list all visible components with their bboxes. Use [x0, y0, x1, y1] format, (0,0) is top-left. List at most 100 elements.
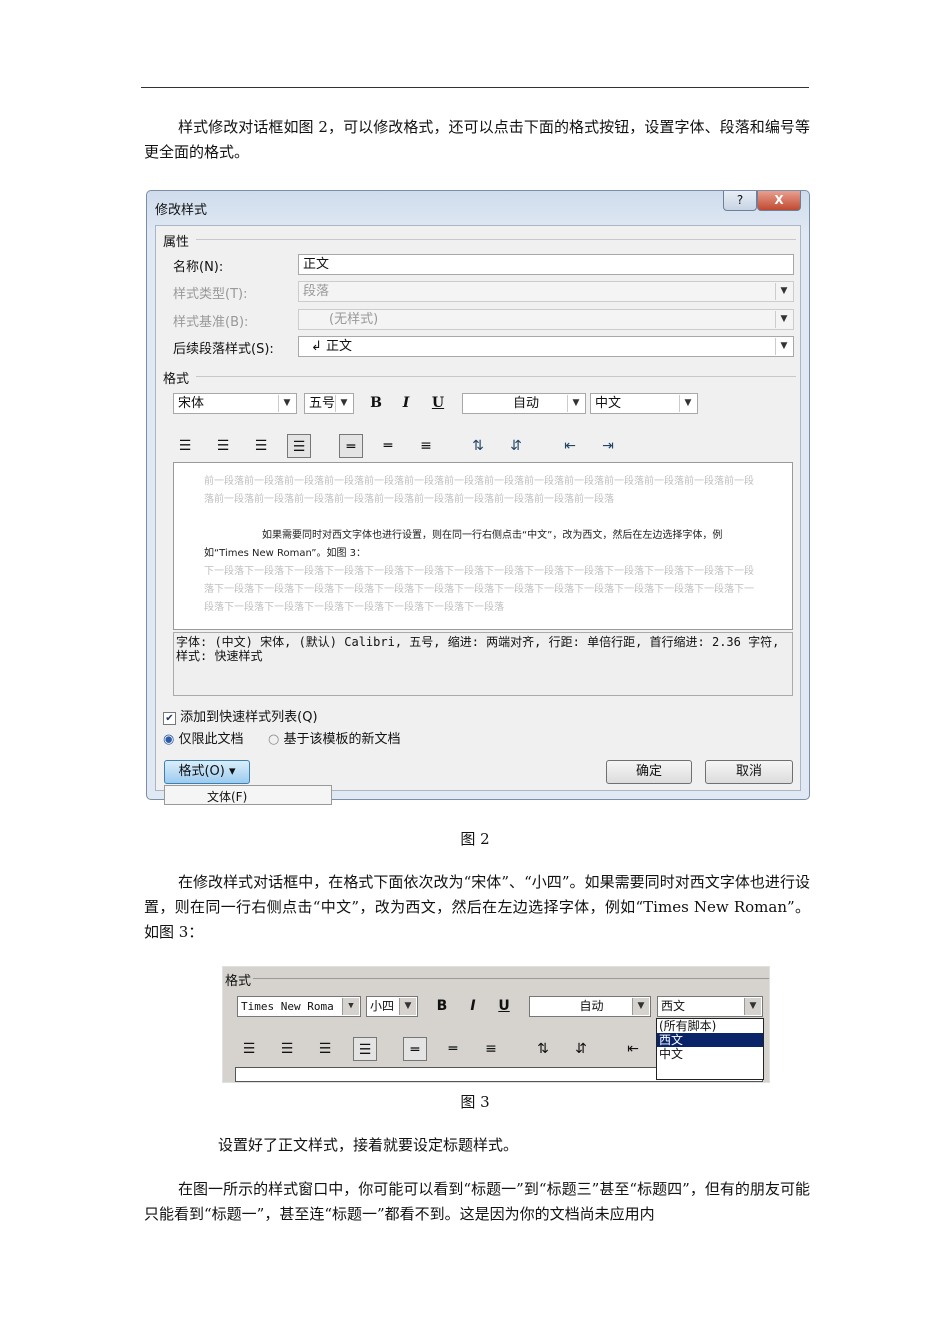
align-right-icon[interactable]: ☰ — [249, 434, 273, 458]
type-label: 样式类型(T): — [173, 287, 248, 302]
size-select[interactable]: 五号 ▼ — [304, 393, 354, 414]
font-value: Times New Roma — [241, 1000, 334, 1013]
script-dropdown-list: (所有脚本) 西文 中文 — [656, 1018, 764, 1080]
size-select[interactable]: 小四 ▼ — [366, 996, 418, 1017]
double-spacing-icon[interactable]: ≡ — [414, 434, 438, 458]
radio-selected-icon: ◉ — [163, 732, 175, 747]
script-value: 西文 — [661, 999, 686, 1013]
align-justify-icon[interactable]: ☰ — [353, 1037, 377, 1061]
chevron-down-icon: ▼ — [775, 283, 792, 300]
chevron-down-icon: ▼ — [335, 395, 352, 412]
base-label: 样式基准(B): — [173, 315, 249, 330]
preview-after: 下一段落下一段落下一段落下一段落下一段落下一段落下一段落下一段落下一段落下一段落… — [204, 566, 754, 613]
one-half-spacing-icon[interactable]: ═ — [441, 1037, 465, 1061]
color-select[interactable]: 自动 ▼ — [529, 996, 651, 1017]
option-all-scripts[interactable]: (所有脚本) — [657, 1019, 763, 1033]
style-description: 字体: (中文) 宋体, (默认) Calibri, 五号, 缩进: 两端对齐,… — [173, 632, 793, 696]
font-value: 宋体 — [178, 396, 205, 411]
paragraph-3: 设置好了正文样式，接着就要设定标题样式。 — [218, 1136, 519, 1154]
preview-pane: 前一段落前一段落前一段落前一段落前一段落前一段落前一段落前一段落前一段落前一段落… — [173, 462, 793, 630]
align-left-icon[interactable]: ☰ — [173, 434, 197, 458]
one-half-spacing-icon[interactable]: ═ — [376, 434, 400, 458]
script-select[interactable]: 中文 ▼ — [590, 393, 698, 414]
single-spacing-icon[interactable]: ═ — [339, 434, 363, 458]
base-value: (无样式) — [329, 312, 379, 327]
font-select[interactable]: Times New Roma ▼ — [237, 996, 361, 1017]
chevron-down-icon: ▼ — [744, 998, 761, 1015]
color-value: 自动 — [579, 999, 604, 1013]
script-select[interactable]: 西文 ▼ — [657, 996, 763, 1017]
bold-button[interactable]: B — [364, 391, 388, 415]
single-spacing-icon[interactable]: ═ — [403, 1037, 427, 1061]
help-button[interactable]: ? — [723, 191, 757, 211]
size-value: 小四 — [370, 999, 395, 1013]
dialog-title: 修改样式 — [155, 203, 208, 218]
chevron-down-icon: ▼ — [632, 998, 649, 1015]
align-justify-icon[interactable]: ☰ — [287, 434, 311, 458]
italic-button[interactable]: I — [461, 994, 485, 1018]
decrease-indent-icon[interactable]: ⇤ — [558, 434, 582, 458]
add-quick-style-label: 添加到快速样式列表(Q) — [180, 710, 318, 725]
align-center-icon[interactable]: ☰ — [275, 1037, 299, 1061]
align-center-icon[interactable]: ☰ — [211, 434, 235, 458]
underline-button[interactable]: U — [426, 391, 450, 415]
close-button[interactable]: X — [757, 191, 801, 211]
size-value: 五号 — [309, 396, 336, 411]
double-spacing-icon[interactable]: ≡ — [479, 1037, 503, 1061]
bold-button[interactable]: B — [430, 994, 454, 1018]
increase-indent-icon[interactable]: ⇥ — [596, 434, 620, 458]
script-value: 中文 — [595, 396, 622, 411]
figure-3-format-toolbar: 格式 Times New Roma ▼ 小四 ▼ B I U 自动 ▼ 西文 ▼ ☰ ☰… — [222, 966, 770, 1083]
align-right-icon[interactable]: ☰ — [313, 1037, 337, 1061]
space-after-icon[interactable]: ⇵ — [504, 434, 528, 458]
decrease-indent-icon[interactable]: ⇤ — [621, 1037, 645, 1061]
format-menu-button[interactable]: 格式(O) ▾ — [164, 760, 250, 784]
align-left-icon[interactable]: ☰ — [237, 1037, 261, 1061]
only-doc-radio[interactable]: ◉ 仅限此文档 — [163, 728, 244, 747]
radio-empty-icon: ○ — [268, 732, 280, 747]
preview-main: 如果需要同时对西文字体也进行设置，则在同一行右侧点击“中文”，改为西文，然后在左… — [204, 530, 723, 559]
modify-style-dialog: 修改样式 ? X 属性 名称(N): 正文 样式类型(T): 段落 ▼ 样式基准(… — [146, 190, 810, 805]
paragraph-2: 在修改样式对话框中，在格式下面依次改为“宋体”、“小四”。如果需要同时对西文字体… — [144, 873, 810, 941]
header-rule — [141, 87, 809, 88]
next-style-select[interactable]: ↲ 正文 ▼ — [298, 336, 794, 357]
font-select[interactable]: 宋体 ▼ — [173, 393, 297, 414]
italic-button[interactable]: I — [394, 391, 418, 415]
type-select[interactable]: 段落 ▼ — [298, 281, 794, 302]
color-value: 自动 — [512, 396, 539, 411]
paragraph-4: 在图一所示的样式窗口中，你可能可以看到“标题一”到“标题三”甚至“标题四”，但有… — [144, 1180, 810, 1223]
chevron-down-icon: ▼ — [567, 395, 584, 412]
add-quick-style-checkbox[interactable]: ✔ 添加到快速样式列表(Q) — [163, 706, 318, 725]
cancel-button[interactable]: 取消 — [705, 760, 793, 784]
color-select[interactable]: 自动 ▼ — [462, 393, 586, 414]
space-before-icon[interactable]: ⇅ — [466, 434, 490, 458]
chevron-down-icon: ▼ — [342, 998, 359, 1015]
chevron-down-icon: ▼ — [278, 395, 295, 412]
only-doc-label: 仅限此文档 — [178, 732, 244, 747]
name-input[interactable]: 正文 — [298, 254, 794, 275]
base-select[interactable]: (无样式) ▼ — [298, 309, 794, 330]
chevron-down-icon: ▼ — [679, 395, 696, 412]
figure-3-caption: 图 3 — [460, 1093, 490, 1111]
space-before-icon[interactable]: ⇅ — [531, 1037, 555, 1061]
template-radio[interactable]: ○ 基于该模板的新文档 — [268, 728, 401, 747]
option-chinese[interactable]: 中文 — [657, 1047, 763, 1061]
checkbox-checked-icon: ✔ — [163, 712, 176, 725]
chevron-down-icon: ▼ — [775, 311, 792, 328]
figure-2-caption: 图 2 — [460, 830, 490, 848]
paragraph-1: 样式修改对话框如图 2，可以修改格式，还可以点击下面的格式按钮，设置字体、段落和… — [144, 118, 810, 161]
chevron-down-icon: ▼ — [775, 338, 792, 355]
preview-before: 前一段落前一段落前一段落前一段落前一段落前一段落前一段落前一段落前一段落前一段落… — [204, 476, 754, 505]
name-label: 名称(N): — [173, 260, 224, 275]
next-style-label: 后续段落样式(S): — [173, 342, 274, 357]
space-after-icon[interactable]: ⇵ — [569, 1037, 593, 1061]
properties-header: 属性 — [163, 235, 190, 250]
format-header: 格式 — [163, 372, 190, 387]
option-western[interactable]: 西文 — [657, 1033, 763, 1047]
chevron-down-icon: ▼ — [399, 998, 416, 1015]
ok-button[interactable]: 确定 — [606, 760, 692, 784]
menu-item-font[interactable]: 文体(F) — [164, 785, 332, 805]
type-value: 段落 — [303, 284, 330, 299]
template-label: 基于该模板的新文档 — [283, 732, 401, 747]
underline-button[interactable]: U — [492, 994, 516, 1018]
